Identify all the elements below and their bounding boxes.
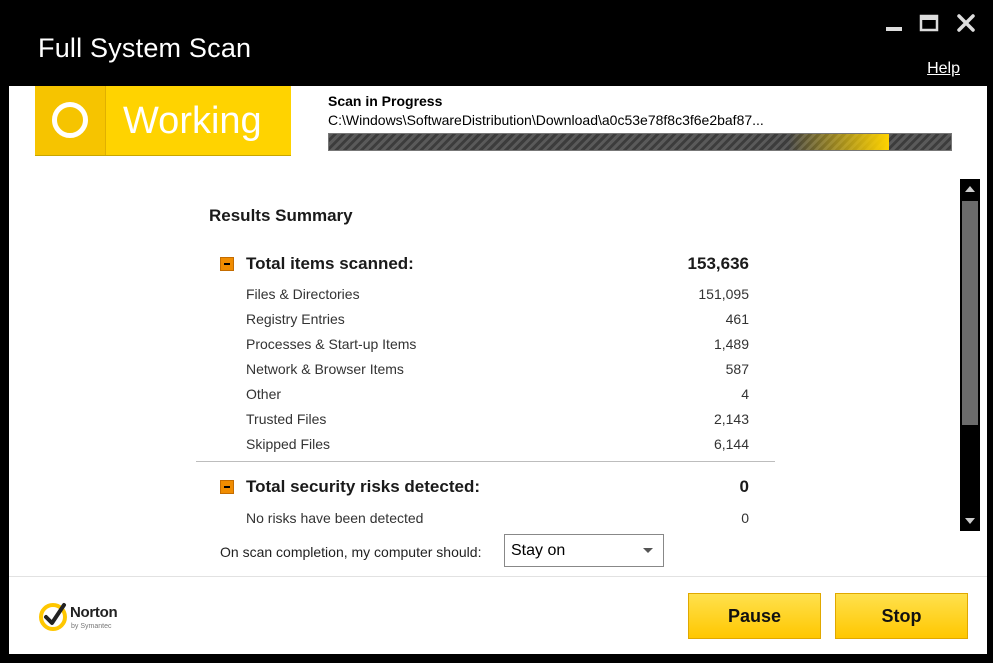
table-row: Other 4 (196, 382, 775, 407)
row-value: 461 (725, 311, 749, 327)
help-link[interactable]: Help (927, 60, 960, 78)
main-content: Working Scan in Progress C:\Windows\Soft… (9, 86, 987, 576)
row-label: Processes & Start-up Items (246, 336, 417, 352)
section-divider (196, 461, 775, 462)
row-label: Other (246, 386, 282, 402)
items-scanned-label: Total items scanned: (246, 254, 414, 273)
table-row: Registry Entries 461 (196, 307, 775, 332)
completion-action-label: On scan completion, my computer should: (220, 544, 482, 560)
table-row: No risks have been detected 0 (196, 506, 775, 531)
row-value: 6,144 (713, 436, 749, 452)
status-icon-box (35, 86, 106, 155)
arrow-up-icon (965, 186, 975, 192)
security-risks-section: Total security risks detected: 0 No risk… (196, 475, 775, 531)
minimize-button[interactable] (880, 10, 908, 36)
row-label: Skipped Files (246, 436, 331, 452)
table-row: Network & Browser Items 587 (196, 357, 775, 382)
row-value: 587 (725, 361, 749, 377)
table-row: Processes & Start-up Items 1,489 (196, 332, 775, 357)
scroll-thumb[interactable] (962, 201, 978, 425)
pause-button[interactable]: Pause (688, 593, 821, 639)
close-icon (957, 14, 975, 32)
collapse-scanned-icon[interactable] (220, 257, 234, 271)
chevron-down-icon (643, 548, 653, 553)
items-scanned-section: Total items scanned: 153,636 Files & Dir… (196, 252, 775, 457)
title-bar: Full System Scan Help (0, 0, 993, 86)
norton-brand-sub: by Symantec (71, 623, 112, 630)
items-scanned-header: Total items scanned: 153,636 (196, 252, 775, 278)
row-value: 2,143 (713, 411, 749, 427)
row-label: No risks have been detected (246, 510, 424, 526)
scan-progress-bar (328, 133, 952, 151)
security-risks-header: Total security risks detected: 0 (196, 475, 775, 501)
maximize-icon (919, 14, 939, 32)
arrow-down-icon (965, 518, 975, 524)
status-banner: Working (35, 86, 291, 156)
security-risks-total: 0 (739, 477, 749, 496)
row-value: 151,095 (698, 286, 749, 302)
stop-button[interactable]: Stop (835, 593, 968, 639)
table-row: Trusted Files 2,143 (196, 407, 775, 432)
window-title: Full System Scan (38, 33, 252, 63)
row-label: Network & Browser Items (246, 361, 404, 377)
close-button[interactable] (952, 10, 980, 36)
results-scrollbar[interactable] (960, 179, 980, 531)
footer-bar: Norton by Symantec Pause Stop (9, 576, 987, 654)
row-label: Files & Directories (246, 286, 360, 302)
scroll-down-button[interactable] (960, 511, 980, 531)
completion-selected-value: Stay on (511, 542, 566, 559)
scan-window: Full System Scan Help Working Scan in Pr… (0, 0, 993, 663)
norton-brand: Norton (70, 604, 118, 621)
scan-current-path: C:\Windows\SoftwareDistribution\Download… (328, 112, 764, 128)
norton-logo: Norton by Symantec (38, 600, 128, 636)
row-value: 1,489 (713, 336, 749, 352)
row-value: 4 (741, 386, 749, 402)
working-ring-icon (52, 102, 88, 138)
results-summary-title: Results Summary (209, 206, 353, 225)
table-row: Skipped Files 6,144 (196, 432, 775, 457)
row-value: 0 (741, 510, 749, 526)
collapse-risks-icon[interactable] (220, 480, 234, 494)
completion-action-select[interactable]: Stay on (504, 534, 664, 567)
scan-in-progress-label: Scan in Progress (328, 93, 443, 109)
table-row: Files & Directories 151,095 (196, 282, 775, 307)
norton-check-icon (39, 603, 67, 631)
scan-progress-fill (329, 134, 889, 150)
maximize-button[interactable] (915, 10, 943, 36)
row-label: Registry Entries (246, 311, 345, 327)
security-risks-label: Total security risks detected: (246, 477, 480, 496)
row-label: Trusted Files (246, 411, 327, 427)
status-text: Working (123, 100, 262, 142)
items-scanned-total: 153,636 (687, 254, 749, 273)
minimize-icon (886, 27, 902, 31)
scroll-up-button[interactable] (960, 179, 980, 199)
